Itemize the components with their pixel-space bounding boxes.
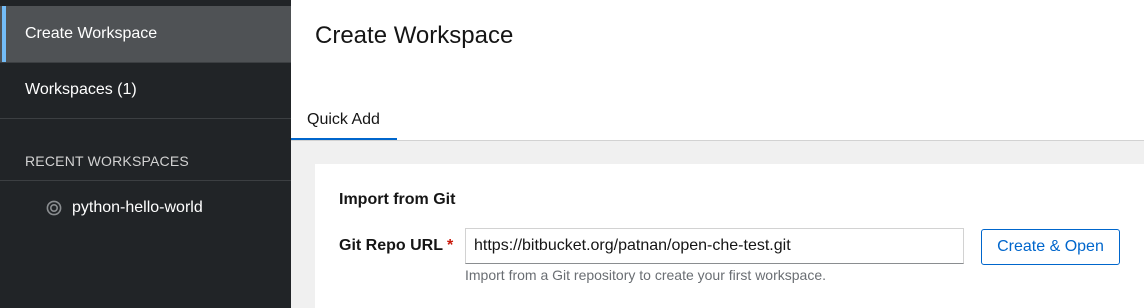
sidebar-divider [0,118,291,119]
recent-workspace-item[interactable]: python-hello-world [0,188,291,228]
git-repo-url-input[interactable] [465,228,964,264]
helper-text: Import from a Git repository to create y… [465,267,827,283]
recent-workspace-label: python-hello-world [72,199,203,216]
create-and-open-button[interactable]: Create & Open [981,229,1120,265]
tabs-divider [291,140,1144,141]
tab-quick-add[interactable]: Quick Add [291,100,397,141]
field-label-text: Git Repo URL [339,237,443,254]
sidebar-item-label: Create Workspace [25,25,158,42]
page-title: Create Workspace [315,22,514,49]
sidebar: Create Workspace Workspaces (1) RECENT W… [0,0,291,308]
page-header: Create Workspace Quick Add [291,0,1144,141]
import-from-git-card: Import from Git Git Repo URL* Import fro… [315,164,1144,308]
sidebar-item-create-workspace[interactable]: Create Workspace [0,6,291,62]
main-content: Create Workspace Quick Add Import from G… [291,0,1144,308]
sidebar-item-workspaces[interactable]: Workspaces (1) [0,62,291,118]
git-repo-url-label: Git Repo URL * [339,237,453,255]
required-indicator: * [447,237,454,254]
recent-workspaces-title: RECENT WORKSPACES [25,153,189,169]
tab-label: Quick Add [307,111,380,128]
card-title: Import from Git [339,191,456,208]
sidebar-item-label: Workspaces (1) [25,81,137,98]
workspace-status-icon [46,200,62,216]
sidebar-divider [0,180,291,181]
